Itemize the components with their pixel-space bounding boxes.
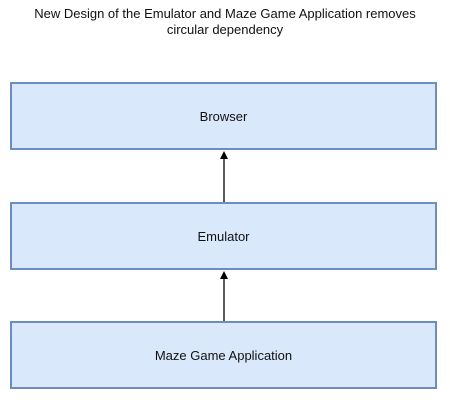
emulator-node: Emulator	[10, 202, 437, 270]
maze-game-application-node-label: Maze Game Application	[154, 347, 293, 363]
browser-node: Browser	[10, 82, 437, 150]
maze-game-application-node: Maze Game Application	[10, 321, 437, 389]
diagram-title-line-1: New Design of the Emulator and Maze Game…	[34, 6, 416, 21]
diagram-title-line-2: circular dependency	[166, 22, 284, 37]
browser-node-label: Browser	[199, 108, 248, 124]
emulator-node-label: Emulator	[197, 228, 250, 244]
diagram-title: New Design of the Emulator and Maze Game…	[0, 6, 450, 38]
